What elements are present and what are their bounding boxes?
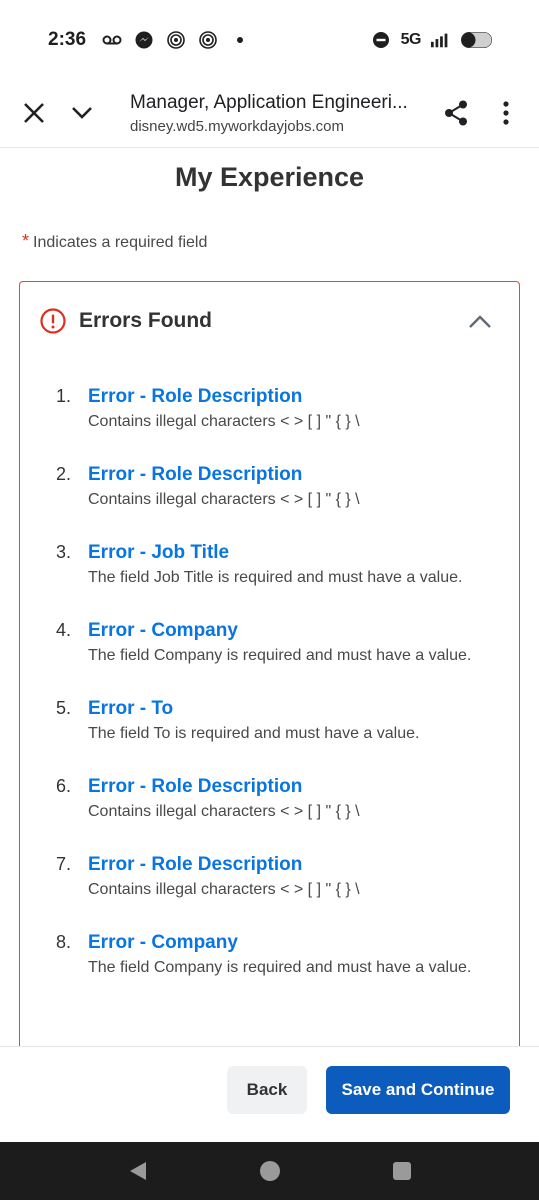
error-description: Contains illegal characters < > [ ] " { … xyxy=(88,491,360,508)
error-number: 3. xyxy=(56,542,72,562)
chevron-up-icon xyxy=(469,315,491,328)
error-link[interactable]: Error - Role Description xyxy=(88,774,479,800)
error-number: 1. xyxy=(56,386,72,406)
nav-home-button[interactable] xyxy=(258,1159,282,1183)
network-label: 5G xyxy=(400,31,422,48)
error-item: 1. Error - Role Description Contains ill… xyxy=(20,384,519,434)
status-time: 2:36 xyxy=(48,29,87,50)
error-item: 6. Error - Role Description Contains ill… xyxy=(20,774,519,824)
error-alert-icon xyxy=(40,308,66,334)
close-icon xyxy=(24,103,44,123)
chevron-down-icon xyxy=(72,107,92,119)
status-left: 2:36 xyxy=(48,29,250,51)
circle-home-icon xyxy=(259,1161,280,1181)
minimize-button[interactable] xyxy=(62,93,102,133)
error-description: The field To is required and must have a… xyxy=(88,725,420,742)
page-title: Manager, Application Engineeri... xyxy=(130,92,408,113)
voicemail-icon xyxy=(102,30,122,50)
do-not-disturb-icon xyxy=(371,30,391,50)
error-item: 2. Error - Role Description Contains ill… xyxy=(20,462,519,512)
more-vert-icon xyxy=(503,101,509,125)
close-tab-button[interactable] xyxy=(14,93,54,133)
error-description: Contains illegal characters < > [ ] " { … xyxy=(88,413,360,430)
nav-recents-button[interactable] xyxy=(390,1159,414,1183)
error-description: The field Job Title is required and must… xyxy=(88,569,463,586)
nav-back-button[interactable] xyxy=(126,1159,150,1183)
dot-icon xyxy=(230,30,250,50)
error-link[interactable]: Error - To xyxy=(88,696,479,722)
system-nav-bar xyxy=(0,1142,539,1200)
triangle-back-icon xyxy=(129,1162,146,1180)
error-list: 1. Error - Role Description Contains ill… xyxy=(20,384,519,1008)
form-action-bar: Back Save and Continue xyxy=(0,1046,539,1142)
errors-header[interactable]: Errors Found xyxy=(20,282,519,362)
error-item: 8. Error - Company The field Company is … xyxy=(20,930,519,980)
required-asterisk: * xyxy=(22,231,30,251)
required-field-note: * Indicates a required field xyxy=(22,231,207,252)
status-bar: 2:36 5G xyxy=(0,0,539,80)
error-link[interactable]: Error - Company xyxy=(88,930,479,956)
save-and-continue-button[interactable]: Save and Continue xyxy=(326,1066,510,1114)
error-item: 5. Error - To The field To is required a… xyxy=(20,696,519,746)
overflow-menu-button[interactable] xyxy=(486,93,526,133)
error-number: 6. xyxy=(56,776,72,796)
error-number: 2. xyxy=(56,464,72,484)
error-number: 7. xyxy=(56,854,72,874)
signal-icon xyxy=(431,30,451,50)
required-note-text: Indicates a required field xyxy=(33,234,208,251)
error-link[interactable]: Error - Role Description xyxy=(88,384,479,410)
share-button[interactable] xyxy=(436,93,476,133)
error-item: 4. Error - Company The field Company is … xyxy=(20,618,519,668)
podcast-icon xyxy=(198,30,218,50)
error-link[interactable]: Error - Role Description xyxy=(88,852,479,878)
collapse-errors-button[interactable] xyxy=(464,306,496,338)
section-heading: My Experience xyxy=(174,162,365,192)
error-number: 5. xyxy=(56,698,72,718)
error-description: The field Company is required and must h… xyxy=(88,959,472,976)
messenger-icon xyxy=(134,30,154,50)
screen: 2:36 5G Manager, Application Engineeri..… xyxy=(0,0,539,1200)
error-number: 4. xyxy=(56,620,72,640)
battery-icon xyxy=(461,30,493,50)
error-description: Contains illegal characters < > [ ] " { … xyxy=(88,803,360,820)
share-icon xyxy=(445,100,467,126)
error-link[interactable]: Error - Role Description xyxy=(88,462,479,488)
errors-title: Errors Found xyxy=(79,309,213,332)
error-link[interactable]: Error - Company xyxy=(88,618,479,644)
browser-toolbar: Manager, Application Engineeri... disney… xyxy=(0,80,539,148)
square-recents-icon xyxy=(392,1162,411,1180)
page-url: disney.wd5.myworkdayjobs.com xyxy=(130,118,344,135)
error-item: 3. Error - Job Title The field Job Title… xyxy=(20,540,519,590)
back-button[interactable]: Back xyxy=(227,1066,307,1114)
error-description: Contains illegal characters < > [ ] " { … xyxy=(88,881,360,898)
error-link[interactable]: Error - Job Title xyxy=(88,540,479,566)
podcast-icon xyxy=(166,30,186,50)
errors-panel: Errors Found 1. Error - Role Description… xyxy=(19,281,520,1081)
error-description: The field Company is required and must h… xyxy=(88,647,472,664)
status-right: 5G xyxy=(371,30,493,50)
error-number: 8. xyxy=(56,932,72,952)
error-item: 7. Error - Role Description Contains ill… xyxy=(20,852,519,902)
